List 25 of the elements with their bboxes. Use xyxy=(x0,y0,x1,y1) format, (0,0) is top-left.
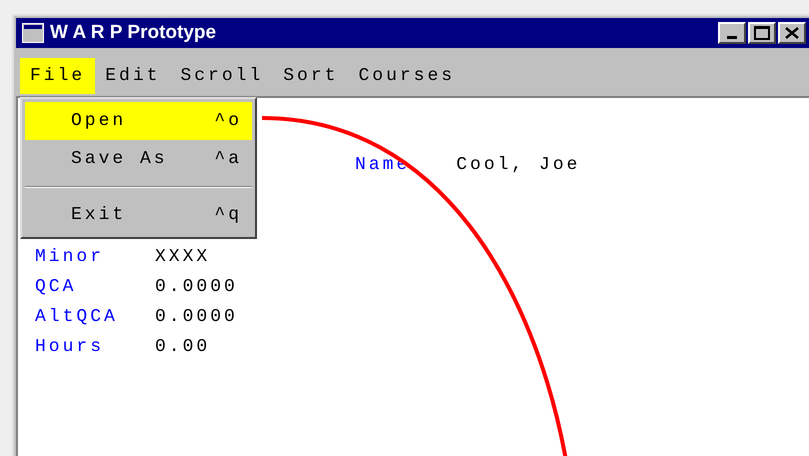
window-icon xyxy=(22,23,44,43)
field-value: 0.0000 xyxy=(155,306,238,328)
window-title: W A R P Prototype xyxy=(50,20,216,45)
field-value: 0.0000 xyxy=(155,276,238,298)
maximize-icon xyxy=(754,26,770,40)
menu-item[interactable]: Scroll xyxy=(170,58,274,94)
field-label: Minor xyxy=(35,246,106,268)
menu-option[interactable]: Exit ^q xyxy=(25,196,252,234)
menu-item[interactable]: File xyxy=(20,58,96,94)
menu-item[interactable]: Edit xyxy=(95,58,170,94)
menu-option[interactable]: Open ^o xyxy=(25,102,252,140)
field-label: QCA xyxy=(35,276,78,298)
close-icon xyxy=(785,27,799,39)
field-label: Hours xyxy=(35,336,106,358)
field-label: AltQCA xyxy=(35,306,119,328)
minimize-icon xyxy=(727,36,737,39)
field-value: Cool, Joe xyxy=(456,154,580,176)
close-button[interactable] xyxy=(778,22,806,44)
field-value: 0.00 xyxy=(155,336,210,358)
menu-option[interactable]: Save As ^a xyxy=(25,140,252,178)
field-value: XXXX xyxy=(155,246,210,268)
maximize-button[interactable] xyxy=(748,22,776,44)
menu-item[interactable]: Sort xyxy=(273,58,348,94)
minimize-button[interactable] xyxy=(718,22,746,44)
menu-item[interactable]: Courses xyxy=(348,58,466,94)
